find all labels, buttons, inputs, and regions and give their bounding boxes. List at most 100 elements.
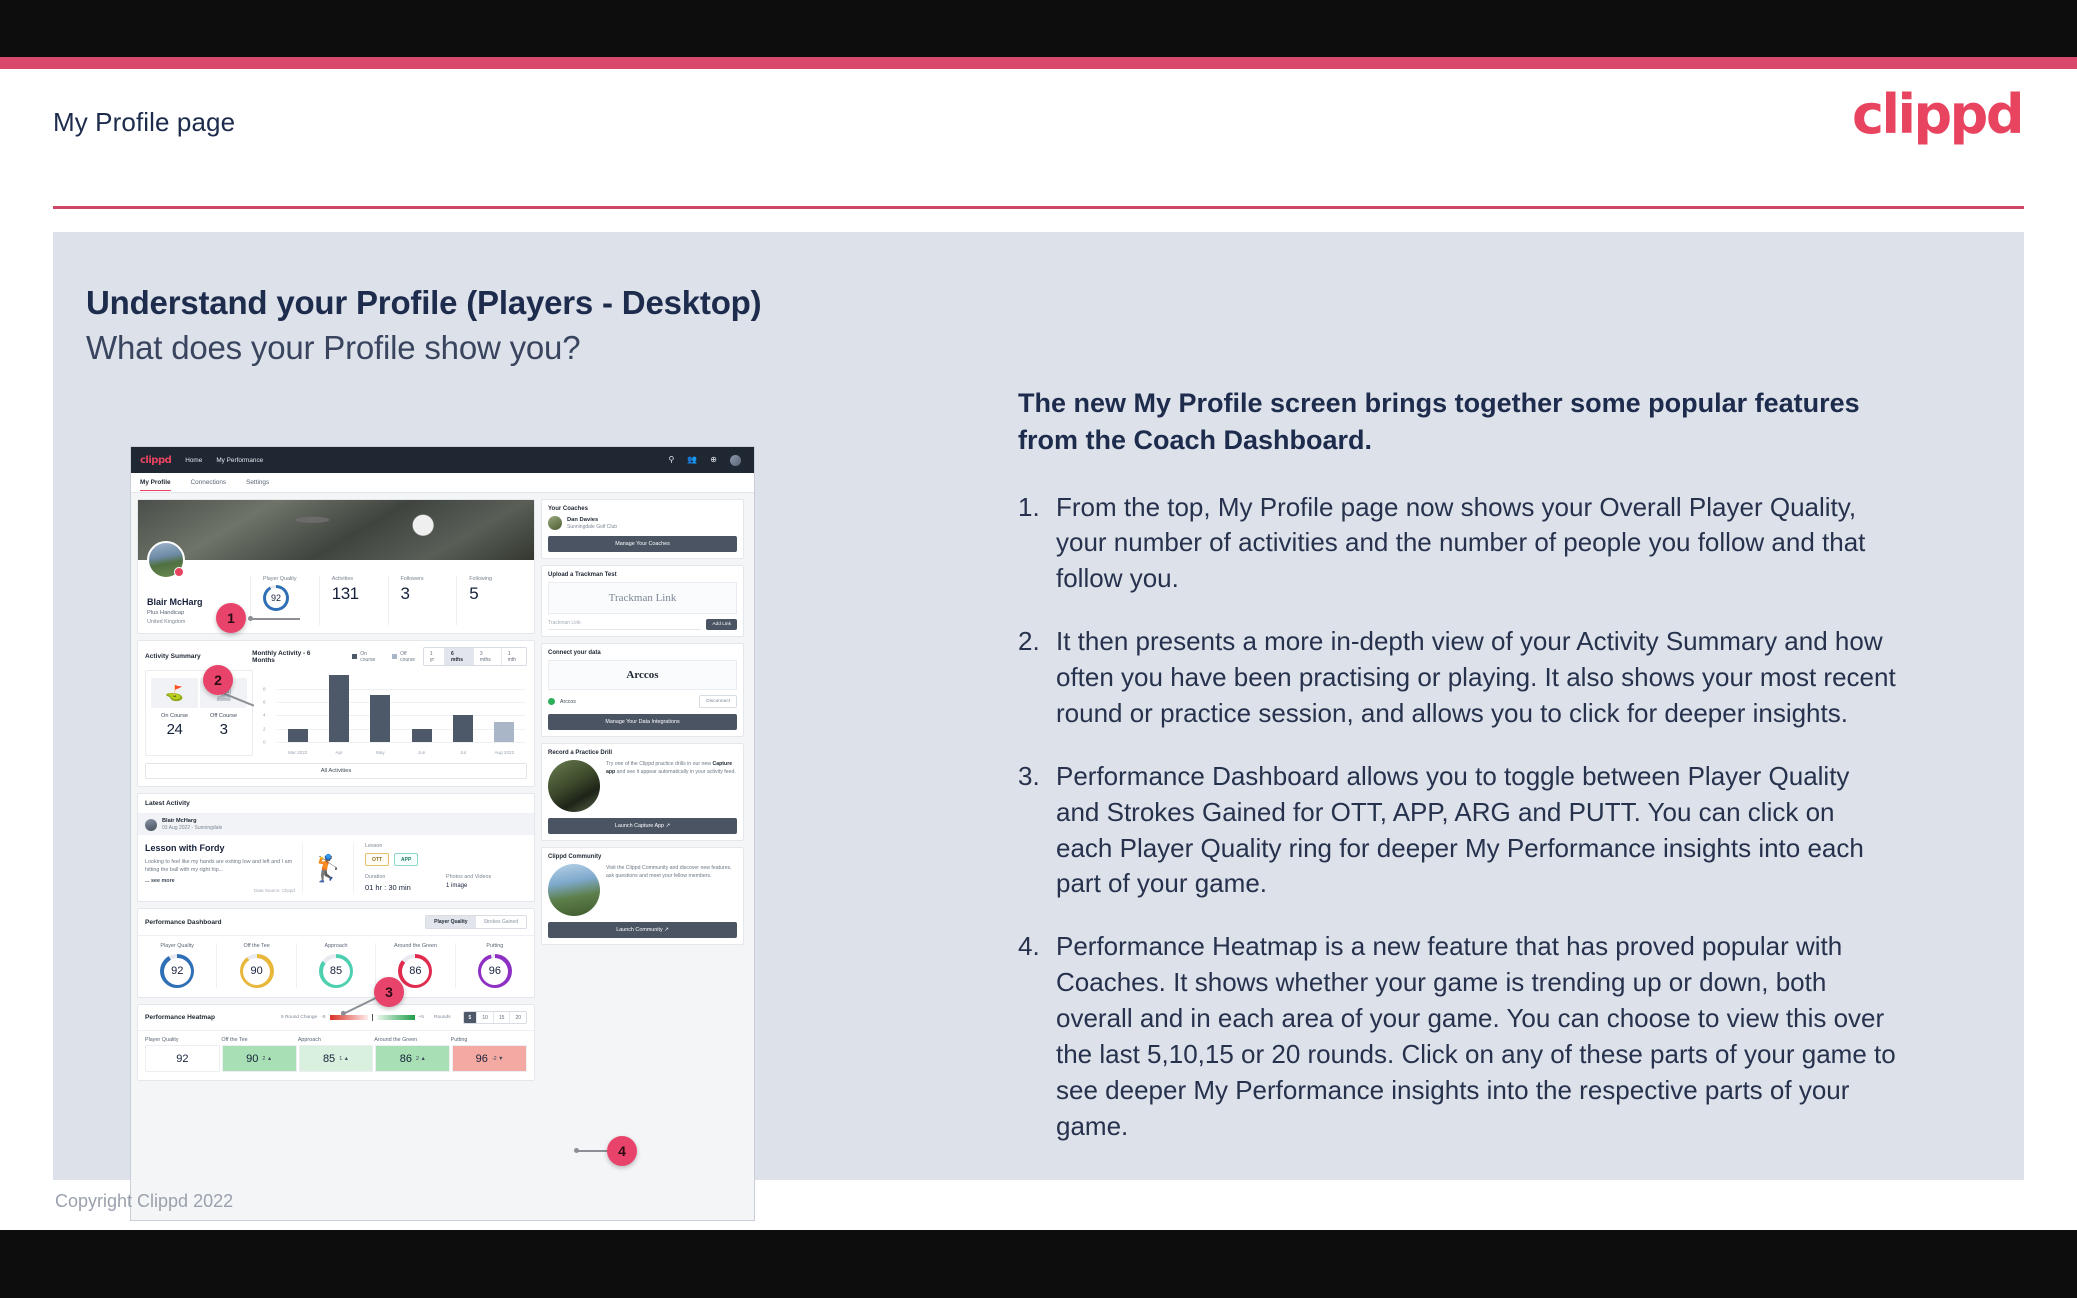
footer-copyright: Copyright Clippd 2022: [55, 1191, 234, 1211]
list-item-number: 3.: [1018, 760, 1040, 791]
tab-settings[interactable]: Settings: [246, 479, 269, 490]
search-icon[interactable]: ⚲: [668, 456, 674, 464]
range-6mths[interactable]: 6 mths: [445, 648, 474, 665]
rounds-20[interactable]: 20: [510, 1012, 526, 1023]
range-1mth[interactable]: 1 mth: [502, 648, 526, 665]
chart-bar-column[interactable]: [322, 672, 357, 742]
connect-data-body: Arccos Arccos Disconnect Manage Your Dat…: [542, 660, 743, 736]
chart-bar-column[interactable]: [404, 672, 439, 742]
heatmap-cell[interactable]: 90 2 ▲: [221, 1045, 297, 1073]
ring-cell[interactable]: Off the Tee 90: [216, 943, 295, 989]
legend-swatch-icon: [352, 654, 358, 659]
stat-activities[interactable]: Activities 131: [318, 576, 388, 625]
avatar[interactable]: [730, 454, 741, 466]
chart-legend: On course Off course: [352, 651, 423, 663]
stat-following[interactable]: Following 5: [456, 576, 525, 625]
progress-ring: 85: [319, 954, 354, 989]
chart-x-tick: Aug 2022: [494, 750, 515, 755]
manage-data-integrations-button[interactable]: Manage Your Data Integrations: [548, 714, 737, 730]
monthly-activity-chart: 0 2 4 6 8 Mar 2022 Apr May Jun Jul Aug 2022: [261, 670, 527, 756]
activity-summary-title: Activity Summary: [145, 653, 201, 660]
community-photo: [548, 864, 600, 916]
rounds-5[interactable]: 5: [463, 1012, 478, 1024]
list-item-number: 1.: [1018, 491, 1040, 522]
practice-drill-body: Try one of the Clippd practice drills in…: [542, 760, 743, 840]
practice-drill-title: Record a Practice Drill: [548, 750, 613, 756]
all-activities-button[interactable]: All Activities: [145, 763, 527, 779]
chart-bar-column[interactable]: [446, 672, 481, 742]
legend-off-course: Off course: [392, 651, 423, 663]
ring-value: 90: [243, 957, 271, 985]
profile-avatar[interactable]: [147, 541, 185, 579]
ring-label: Off the Tee: [243, 943, 270, 950]
launch-community-button[interactable]: Launch Community ↗: [548, 922, 737, 938]
coach-club: Sunningdale Golf Club: [567, 523, 618, 530]
nav-link-home[interactable]: Home: [185, 457, 202, 464]
rounds-15[interactable]: 15: [494, 1012, 511, 1024]
heatmap-cell[interactable]: 96 -2 ▼: [452, 1045, 527, 1073]
chart-bar-column[interactable]: [363, 672, 398, 742]
chart-bar-column[interactable]: [280, 672, 315, 742]
chart-bar-column[interactable]: [487, 672, 522, 742]
manage-coaches-button[interactable]: Manage Your Coaches: [548, 536, 737, 552]
heatmap-cell[interactable]: 92: [145, 1045, 220, 1073]
toggle-player-quality[interactable]: Player Quality: [426, 916, 476, 929]
external-link-icon: ↗: [664, 927, 669, 933]
tag-app[interactable]: APP: [394, 853, 419, 866]
coach-avatar: [548, 516, 562, 530]
stat-label: Following: [469, 576, 493, 582]
chart-bar: [287, 728, 308, 742]
tab-connections[interactable]: Connections: [191, 479, 227, 490]
tab-my-profile[interactable]: My Profile: [140, 479, 171, 491]
ring-cell[interactable]: Player Quality 92: [138, 943, 216, 989]
stat-followers[interactable]: Followers 3: [387, 576, 457, 625]
launch-capture-label: Launch Capture App: [614, 823, 665, 829]
nav-link-my-performance[interactable]: My Performance: [216, 457, 263, 464]
trackman-link-input[interactable]: Trackman Link: [548, 620, 702, 630]
edit-avatar-icon[interactable]: [174, 567, 184, 577]
ring-label: Player Quality: [160, 943, 194, 950]
heatmap-cell[interactable]: 85 1 ▲: [298, 1045, 374, 1073]
app-logo: clippd: [140, 454, 172, 466]
coach-name: Dan Davies: [567, 516, 599, 523]
launch-capture-app-button[interactable]: Launch Capture App ↗: [548, 818, 737, 834]
ring-label: Approach: [324, 943, 348, 950]
stat-value: 131: [331, 584, 359, 603]
heatmap-cell[interactable]: 86 2 ▲: [375, 1045, 451, 1073]
arccos-row: Arccos Disconnect: [548, 695, 737, 708]
gradient-negative-icon: [329, 1015, 368, 1021]
coach-row[interactable]: Dan Davies Sunningdale Golf Club: [548, 516, 737, 530]
range-3mths[interactable]: 3 mths: [474, 648, 502, 665]
scale-min: -5: [321, 1015, 326, 1021]
media-block: Photos and Videos 1 image: [446, 874, 527, 892]
plus-circle-icon[interactable]: ⊕: [710, 456, 717, 464]
side-column: Your Coaches Dan Davies Sunningdale Golf…: [541, 499, 744, 1081]
explanation-column: The new My Profile screen brings togethe…: [1018, 385, 1898, 1172]
community-body: Visit the Clippd Community and discover …: [542, 864, 743, 944]
profile-info: Blair McHarg Plus Handicap United Kingdo…: [138, 541, 534, 633]
performance-dashboard-card: Performance Dashboard Player Quality Str…: [137, 908, 535, 999]
toggle-strokes-gained[interactable]: Strokes Gained: [476, 916, 526, 928]
ring-cell[interactable]: Putting 96: [454, 943, 534, 989]
people-icon[interactable]: 👥: [687, 456, 697, 464]
author-avatar[interactable]: [145, 818, 157, 831]
profile-header-card: Blair McHarg Plus Handicap United Kingdo…: [137, 499, 535, 634]
metric-toggle: Player Quality Strokes Gained: [425, 915, 527, 930]
activity-title[interactable]: Lesson with Fordy: [145, 843, 295, 853]
tile-on-course[interactable]: ⛳ On Course 24: [151, 678, 198, 748]
tag-ott[interactable]: OTT: [365, 853, 389, 866]
activity-meta: Duration 01 hr : 30 min Photos and Video…: [365, 874, 527, 892]
data-source-label: Data Source: Clippd: [253, 888, 295, 894]
heatmap-label: Putting: [450, 1037, 468, 1044]
range-1yr[interactable]: 1 yr: [424, 648, 446, 665]
ring-label: Putting: [486, 943, 504, 950]
add-link-button[interactable]: Add Link: [706, 619, 737, 630]
see-more-link[interactable]: ... see more: [145, 878, 295, 884]
chart-y-tick: 2: [263, 726, 266, 732]
your-coaches-title: Your Coaches: [548, 506, 588, 512]
rounds-10[interactable]: 10: [477, 1012, 494, 1024]
ring-cell[interactable]: Approach 85: [295, 943, 375, 989]
progress-ring: 92: [160, 954, 195, 989]
drill-text-1: Try one of the Clippd practice drills in…: [606, 761, 713, 767]
disconnect-button[interactable]: Disconnect: [699, 695, 737, 708]
